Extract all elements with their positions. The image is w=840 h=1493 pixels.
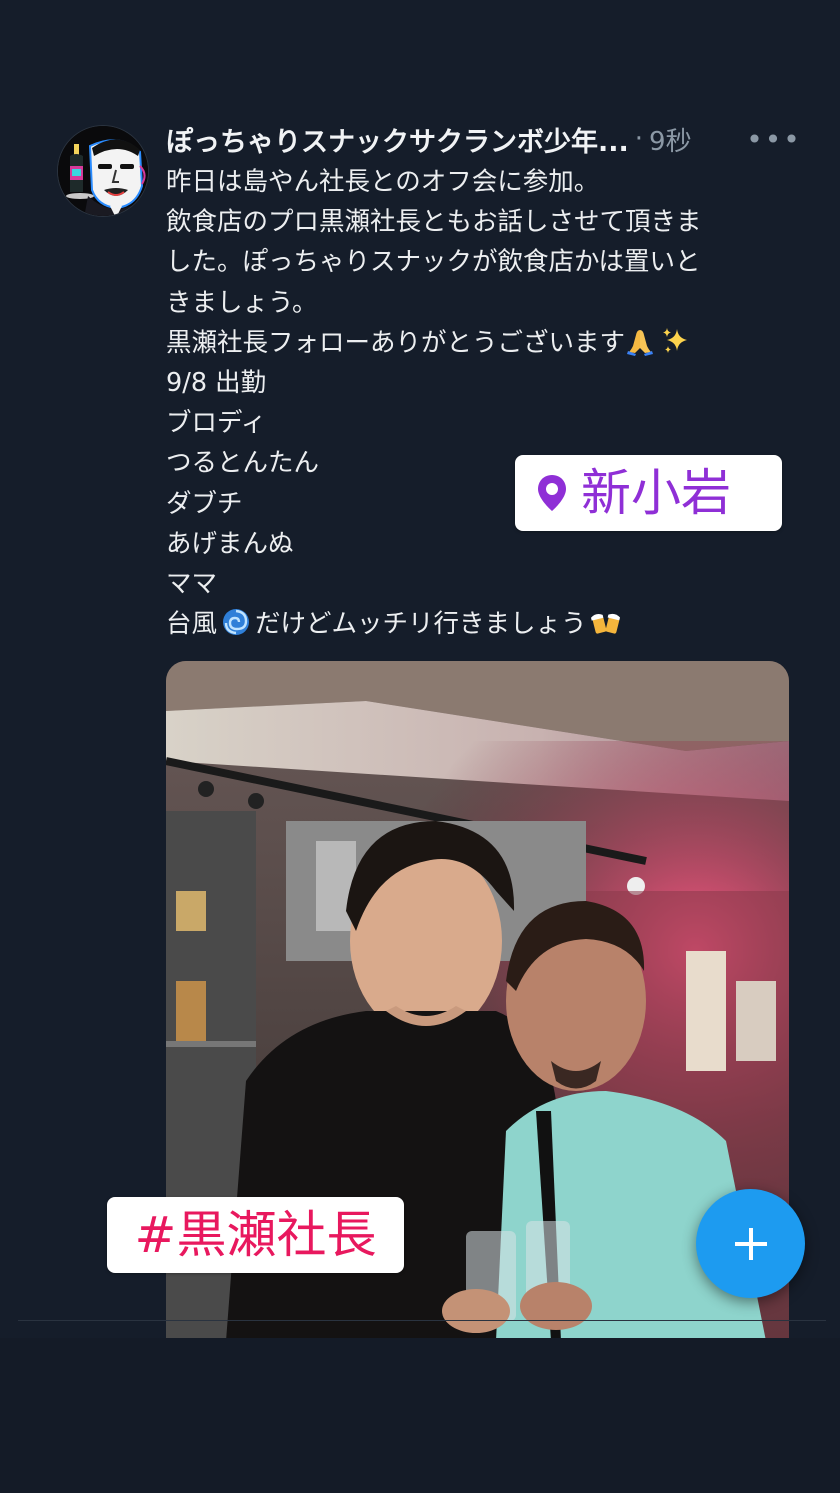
screen: ぽっちゃりスナックサクランボ少年... · 9秒 ••• 昨日は島やん社長とのオ… [0, 0, 840, 1493]
compose-button[interactable] [696, 1189, 805, 1298]
avatar-illustration [58, 126, 148, 216]
location-pin-icon [538, 475, 566, 511]
bottom-area [0, 1338, 840, 1493]
tweet-line-with-emoji: 台風 だけどムッチリ行きましょう [166, 604, 790, 644]
hashtag-text: #黒瀬社長 [134, 1206, 377, 1264]
tweet-line: 昨日は島やん社長とのオフ会に参加。 [166, 167, 600, 197]
folded-hands-icon [627, 329, 654, 356]
location-name: 新小岩 [581, 464, 731, 522]
tweet-header: ぽっちゃりスナックサクランボ少年... · 9秒 ••• [166, 118, 800, 160]
tweet-line: ママ [166, 569, 218, 600]
more-options-button[interactable]: ••• [746, 120, 800, 158]
tweet-divider [18, 1320, 826, 1321]
cyclone-icon [223, 609, 250, 636]
location-sticker[interactable]: 新小岩 [515, 455, 782, 531]
avatar[interactable] [57, 125, 149, 217]
tweet-line-text: 黒瀬社長フォローありがとうございます [166, 327, 626, 358]
tweet-line: 9/8 出勤 [166, 368, 267, 399]
plus-icon [734, 1227, 767, 1260]
tweet[interactable]: ぽっちゃりスナックサクランボ少年... · 9秒 ••• 昨日は島やん社長とのオ… [0, 118, 840, 1341]
tweet-line-with-emoji: 黒瀬社長フォローありがとうございます [166, 323, 790, 363]
tweet-line: した。ぽっちゃりスナックが飲食店かは置いと [166, 247, 701, 278]
hashtag-sticker[interactable]: #黒瀬社長 [107, 1197, 404, 1273]
tweet-line: ブロディ [166, 408, 267, 439]
sparkles-icon [663, 327, 688, 353]
tweet-line-text: だけどムッチリ行きましょう [255, 609, 587, 640]
tweet-line: 飲食店のプロ黒瀬社長ともお話しさせて頂きま [166, 207, 702, 238]
header-separator: · [634, 124, 644, 154]
tweet-text: 昨日は島やん社長とのオフ会に参加。 飲食店のプロ黒瀬社長ともお話しさせて頂きま … [166, 162, 790, 644]
tweet-line-text: 台風 [166, 609, 218, 640]
beer-mugs-icon [590, 614, 620, 634]
timestamp[interactable]: 9秒 [649, 121, 692, 158]
tweet-line: きましょう。 [166, 287, 318, 318]
display-name[interactable]: ぽっちゃりスナックサクランボ少年... [166, 120, 629, 159]
